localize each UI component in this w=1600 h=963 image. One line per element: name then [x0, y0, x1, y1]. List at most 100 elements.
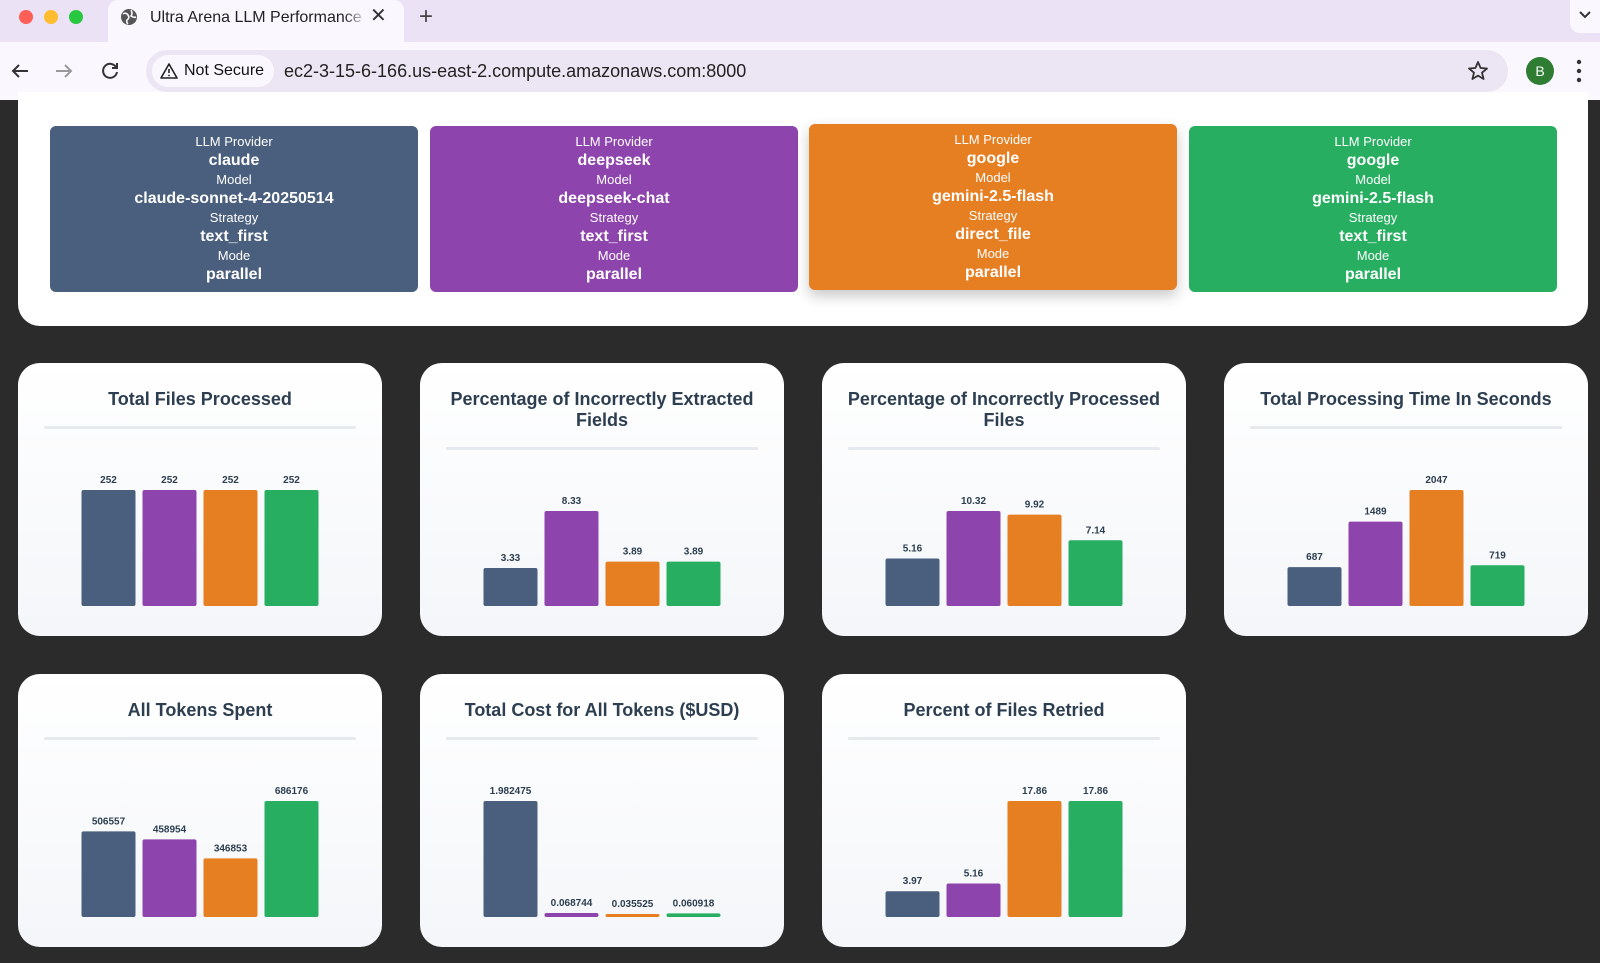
- chart-card-tokens: All Tokens Spent 506557 458954 346853 68617…: [18, 674, 382, 947]
- bar-value-label: 252: [100, 475, 117, 486]
- window-zoom-button[interactable]: [69, 10, 83, 24]
- chevron-down-icon: [1579, 11, 1591, 19]
- bar-value-label: 687: [1306, 552, 1323, 563]
- bar: [203, 858, 258, 917]
- tab-bar: Ultra Arena LLM Performance ✕ +: [0, 0, 1600, 42]
- bar-value-label: 458954: [153, 824, 187, 835]
- bar-value-label: 5.16: [903, 544, 923, 555]
- window-close-button[interactable]: [19, 10, 33, 24]
- bar: [544, 511, 599, 606]
- bar-chart: 687 1489 2047 719: [1287, 475, 1525, 606]
- bar-value-label: 3.89: [684, 547, 704, 558]
- bookmark-star-icon[interactable]: [1466, 59, 1490, 83]
- bar-chart: 5.16 10.32 9.92 7.14: [885, 496, 1123, 606]
- bar: [666, 913, 721, 917]
- config-card: LLM Provider deepseek Model deepseek-cha…: [430, 126, 798, 292]
- model-label: Model: [1355, 172, 1391, 187]
- bar: [142, 490, 197, 606]
- bar: [483, 568, 538, 606]
- bar-value-label: 252: [283, 475, 300, 486]
- browser-tab[interactable]: Ultra Arena LLM Performance ✕: [108, 0, 404, 42]
- forward-arrow-icon[interactable]: [52, 59, 76, 83]
- bar-value-label: 686176: [275, 786, 309, 797]
- bar-value-label: 252: [161, 475, 178, 486]
- bar: [483, 801, 538, 917]
- bar: [81, 831, 136, 917]
- bar-value-label: 346853: [214, 843, 248, 854]
- provider-label: LLM Provider: [954, 132, 1032, 147]
- model-label: Model: [216, 172, 252, 187]
- chart-card-cost: Total Cost for All Tokens ($USD) 1.98247…: [420, 674, 784, 947]
- tab-close-icon[interactable]: ✕: [370, 6, 387, 26]
- provider-label: LLM Provider: [1334, 134, 1412, 149]
- bar: [1068, 540, 1123, 606]
- tab-search-button[interactable]: [1570, 0, 1600, 33]
- back-arrow-icon[interactable]: [8, 59, 32, 83]
- url-text: ec2-3-15-6-166.us-east-2.compute.amazona…: [284, 61, 747, 81]
- config-card: LLM Provider google Model gemini-2.5-fla…: [809, 124, 1177, 290]
- strategy-value: direct_file: [955, 226, 1031, 243]
- strategy-label: Strategy: [209, 210, 259, 225]
- more-menu-icon[interactable]: [1576, 57, 1582, 85]
- mode-value: parallel: [964, 264, 1022, 281]
- chart-card-incorrect-fields: Percentage of Incorrectly Extracted Fiel…: [420, 363, 784, 636]
- config-card: LLM Provider claude Model claude-sonnet-…: [50, 126, 418, 292]
- bar: [1007, 514, 1062, 606]
- strategy-value: text_first: [580, 228, 648, 245]
- bar-value-label: 0.068744: [551, 898, 593, 909]
- bar: [1470, 565, 1525, 606]
- bar-value-label: 17.86: [1083, 786, 1108, 797]
- model-value: gemini-2.5-flash: [932, 188, 1054, 205]
- bar: [142, 839, 197, 917]
- model-label: Model: [975, 170, 1011, 185]
- bar: [946, 511, 1001, 606]
- config-panel: LLM Provider claude Model claude-sonnet-…: [18, 92, 1588, 326]
- bar: [81, 490, 136, 606]
- bar-chart: 3.33 8.33 3.89 3.89: [483, 496, 721, 606]
- bar: [1348, 521, 1403, 606]
- bar: [264, 490, 319, 606]
- bar-chart: 3.97 5.16 17.86 17.86: [885, 786, 1123, 917]
- provider-value: google: [966, 150, 1020, 167]
- bar-value-label: 8.33: [562, 496, 582, 507]
- chart-card-total-files: Total Files Processed 252 252 252 252: [18, 363, 382, 636]
- mode-label: Mode: [976, 246, 1010, 261]
- new-tab-button[interactable]: +: [419, 3, 433, 31]
- bar-chart: 252 252 252 252: [81, 475, 319, 606]
- warning-triangle-icon: [160, 63, 178, 79]
- bar: [1287, 567, 1342, 606]
- bar-chart: 1.982475 0.068744 0.035525 0.060918: [483, 786, 721, 917]
- mode-label: Mode: [1356, 248, 1390, 263]
- window-minimize-button[interactable]: [44, 10, 58, 24]
- bar-value-label: 3.89: [623, 547, 643, 558]
- bar: [264, 801, 319, 917]
- bar: [885, 891, 940, 917]
- bar-value-label: 0.060918: [673, 898, 715, 909]
- bar-value-label: 2047: [1425, 475, 1448, 486]
- bar: [1409, 490, 1464, 606]
- bar-value-label: 3.33: [501, 553, 521, 564]
- bar: [946, 883, 1001, 917]
- strategy-label: Strategy: [589, 210, 639, 225]
- bar-chart: 506557 458954 346853 686176: [81, 786, 319, 917]
- address-bar[interactable]: Not Secure ec2-3-15-6-166.us-east-2.comp…: [146, 50, 1508, 92]
- config-card: LLM Provider google Model gemini-2.5-fla…: [1189, 126, 1557, 292]
- reload-icon[interactable]: [98, 59, 122, 83]
- mode-value: parallel: [585, 266, 643, 283]
- model-value: claude-sonnet-4-20250514: [134, 190, 334, 207]
- model-label: Model: [596, 172, 632, 187]
- chart-card-incorrect-files: Percentage of Incorrectly Processed File…: [822, 363, 1186, 636]
- provider-value: deepseek: [577, 152, 651, 169]
- chart-card-processing-time: Total Processing Time In Seconds 687 1489…: [1224, 363, 1588, 636]
- security-label: Not Secure: [184, 62, 265, 79]
- strategy-value: text_first: [200, 228, 268, 245]
- bar-value-label: 1.982475: [490, 786, 532, 797]
- mode-value: parallel: [205, 266, 263, 283]
- security-chip[interactable]: Not Secure: [152, 55, 275, 87]
- profile-avatar[interactable]: B: [1526, 57, 1554, 85]
- bar-value-label: 9.92: [1025, 500, 1045, 511]
- strategy-label: Strategy: [1348, 210, 1398, 225]
- bar: [666, 561, 721, 606]
- provider-value: google: [1346, 152, 1400, 169]
- bar-value-label: 719: [1489, 550, 1506, 561]
